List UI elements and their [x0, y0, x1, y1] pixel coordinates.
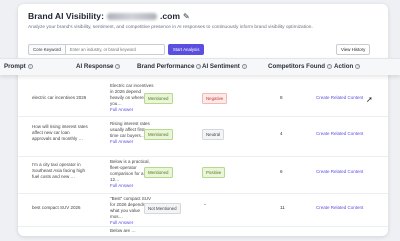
full-answer-link[interactable]: Full Answer: [110, 107, 154, 113]
column-action: Action ?: [334, 63, 361, 70]
column-sentiment-label: AI Sentiment: [202, 63, 240, 70]
create-content-link[interactable]: Create Related Content: [316, 205, 363, 210]
table-row: best compact SUV 2026 "Best" compact SUV…: [18, 194, 388, 227]
sentiment-empty: -: [204, 202, 206, 208]
column-competitors-label: Competitors Found: [268, 63, 326, 70]
column-response-label: AI Response: [76, 63, 114, 70]
view-history-button[interactable]: View History: [336, 44, 371, 55]
competitors-count: 11: [280, 205, 285, 210]
sentiment-badge: Negative: [202, 93, 228, 104]
page-subtitle: Analyze your brand's visibility, sentime…: [28, 25, 313, 30]
create-content-link[interactable]: Create Related Content: [316, 131, 363, 136]
prompt-cell: How will rising interest rates affect ne…: [32, 124, 88, 141]
title-suffix: .com: [159, 11, 180, 21]
competitors-count: 4: [280, 131, 283, 136]
info-icon[interactable]: ?: [115, 64, 121, 69]
page-title: Brand AI Visibility: .com ✎: [28, 11, 190, 21]
column-action-label: Action: [334, 63, 354, 70]
keyword-label: Core Keyword: [28, 44, 65, 55]
title-prefix: Brand AI Visibility:: [28, 11, 104, 21]
sentiment-badge: Neutral: [202, 129, 225, 140]
column-performance: Brand Performance ?: [137, 63, 202, 70]
table-header: Prompt ? AI Response ? Brand Performance…: [0, 58, 400, 75]
create-content-link[interactable]: Create Related Content: [316, 95, 363, 100]
info-icon[interactable]: ?: [355, 64, 361, 69]
keyword-input[interactable]: [64, 44, 165, 55]
column-prompt-label: Prompt: [4, 63, 26, 70]
column-sentiment: AI Sentiment ?: [202, 63, 247, 70]
mouse-cursor-icon: ➚: [366, 95, 373, 104]
start-analysis-button[interactable]: Start Analysis: [167, 44, 205, 55]
competitors-count: 8: [280, 95, 283, 100]
info-icon[interactable]: ?: [327, 64, 333, 69]
competitors-count: 6: [280, 169, 283, 174]
pencil-icon[interactable]: ✎: [183, 12, 190, 21]
info-icon[interactable]: ?: [27, 64, 33, 69]
full-answer-link[interactable]: Full Answer: [110, 220, 154, 226]
column-response: AI Response ?: [76, 63, 121, 70]
create-content-link[interactable]: Create Related Content: [316, 169, 363, 174]
performance-badge: Not Mentioned: [144, 203, 181, 214]
performance-badge: Mentioned: [144, 129, 173, 140]
full-answer-link[interactable]: Full Answer: [110, 183, 154, 189]
response-cell: Below are …: [110, 228, 154, 234]
performance-badge: Mentioned: [144, 167, 173, 178]
column-prompt: Prompt ?: [4, 63, 33, 70]
performance-badge: Mentioned: [144, 93, 173, 104]
response-text: Below are …: [110, 228, 136, 233]
table-row: How will rising interest rates affect ne…: [18, 117, 388, 157]
prompt-cell: electric car incentives 2026: [32, 95, 87, 100]
table-row: I'm a city taxi operator in Southeast As…: [18, 157, 388, 194]
sentiment-badge: Positive: [202, 167, 226, 178]
table-row: electric car incentives 2026 Electric ca…: [18, 75, 388, 117]
info-icon[interactable]: ?: [196, 64, 202, 69]
keyword-search: Core Keyword Start Analysis: [28, 44, 205, 55]
prompt-cell: best compact SUV 2026: [32, 205, 81, 210]
prompt-cell: I'm a city taxi operator in Southeast As…: [32, 162, 86, 179]
table-row: Below are …: [18, 227, 388, 237]
info-icon[interactable]: ?: [241, 64, 247, 69]
column-competitors: Competitors Found ?: [268, 63, 333, 70]
blurred-domain: [106, 12, 157, 20]
column-performance-label: Brand Performance: [137, 63, 195, 70]
